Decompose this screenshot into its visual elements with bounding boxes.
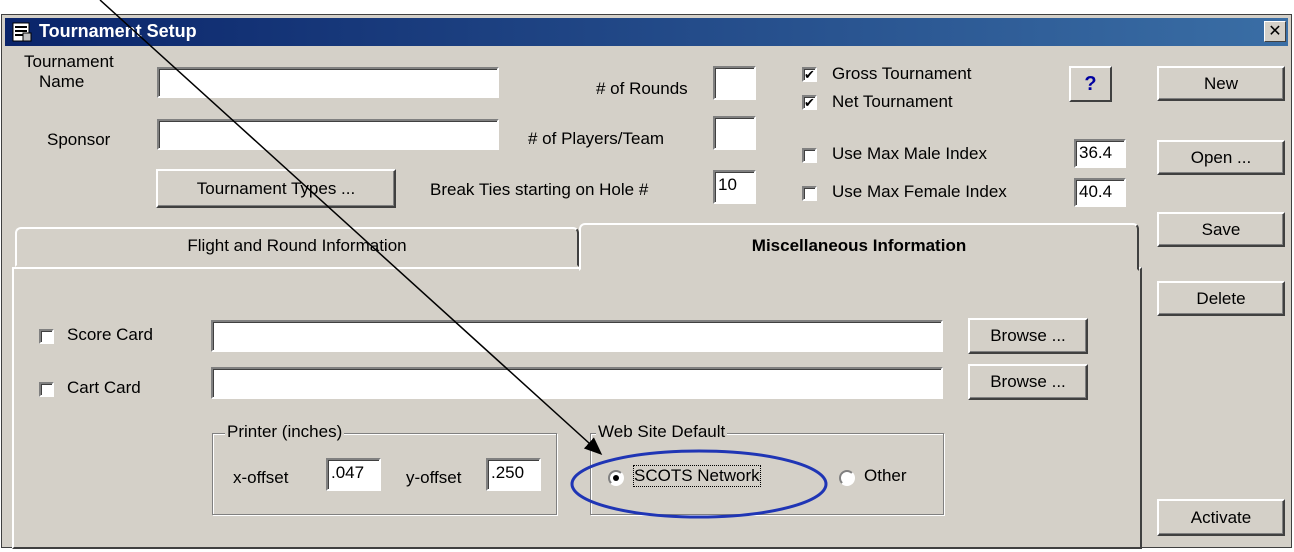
annotation-arrow [99,0,603,456]
annotation-overlay [99,0,828,519]
highlight-ellipse [570,449,828,519]
